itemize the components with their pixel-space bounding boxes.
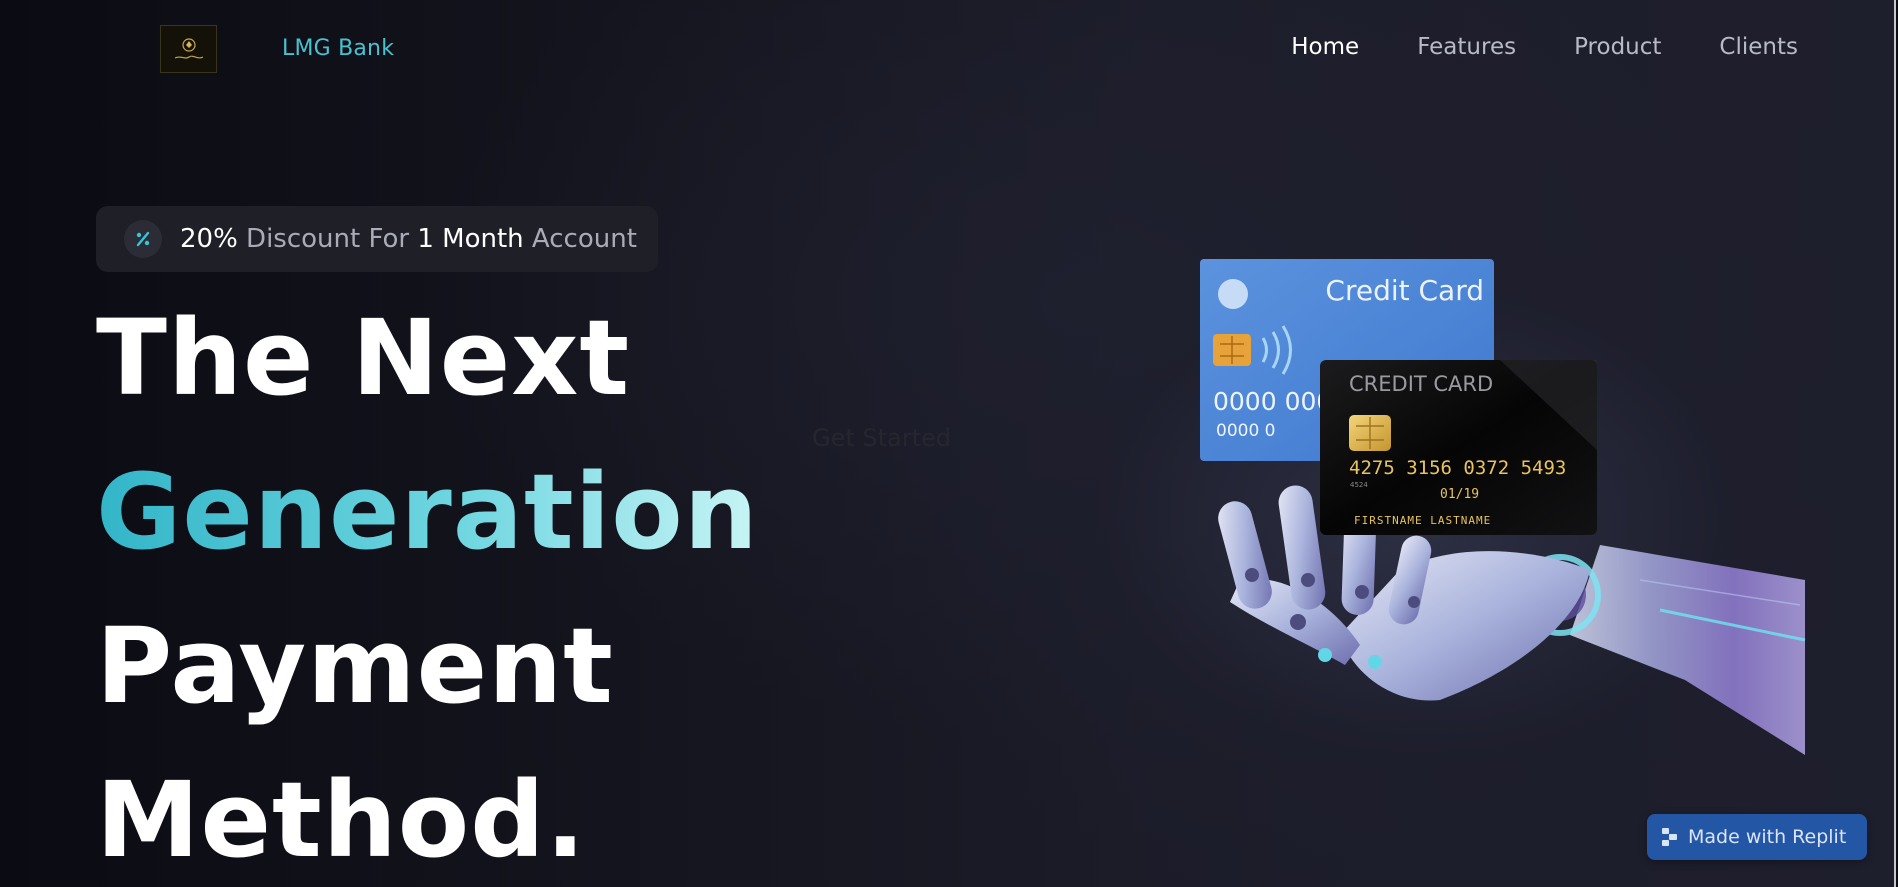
hero-title-line-3: Payment — [96, 605, 614, 727]
brand-logo[interactable] — [160, 25, 217, 73]
hero-title-line-4: Method. — [96, 759, 587, 881]
window-edge — [1894, 0, 1896, 887]
replit-icon — [1662, 828, 1677, 846]
nav-clients[interactable]: Clients — [1719, 34, 1798, 60]
hero-title-line-1: The Next — [96, 297, 631, 419]
robot-palm — [1340, 551, 1590, 701]
nav-features[interactable]: Features — [1417, 34, 1516, 60]
black-credit-card: CREDIT CARD 4275 3156 0372 5493 4524 01/… — [1320, 360, 1597, 535]
discount-percent: 20% — [180, 224, 238, 254]
hero-title-line-2: Generation — [96, 451, 759, 573]
percent-icon — [124, 220, 162, 258]
black-card-valid: 01/19 — [1440, 487, 1479, 502]
logo-emblem-icon — [174, 38, 203, 59]
made-with-replit-badge[interactable]: Made with Replit — [1647, 814, 1867, 860]
discount-duration: 1 Month — [417, 224, 524, 254]
discount-text: 20% Discount For 1 Month Account — [180, 224, 637, 254]
main-nav: Home Features Product Clients — [1233, 34, 1798, 60]
brand-name[interactable]: LMG Bank — [282, 36, 394, 61]
black-card-number: 4275 3156 0372 5493 — [1349, 457, 1566, 479]
get-started-link[interactable]: Get Started — [812, 424, 951, 452]
nav-product[interactable]: Product — [1574, 34, 1661, 60]
blue-card-subnumber: 0000 0 — [1216, 421, 1275, 441]
robot-hand-cards-illustration: Credit Card 0000 0000 0000 0 CREDIT CARD… — [1200, 259, 1806, 755]
black-card-title: CREDIT CARD — [1349, 372, 1493, 396]
replit-badge-label: Made with Replit — [1688, 826, 1847, 848]
black-card-holder: FIRSTNAME LASTNAME — [1354, 514, 1491, 527]
discount-suffix: Account — [523, 224, 637, 254]
discount-banner: 20% Discount For 1 Month Account — [96, 206, 658, 272]
black-card-small: 4524 — [1350, 481, 1368, 489]
page: LMG Bank Home Features Product Clients 2… — [0, 0, 1896, 887]
nav-home[interactable]: Home — [1291, 34, 1359, 60]
discount-phrase: Discount For — [237, 224, 418, 254]
blue-card-title: Credit Card — [1325, 274, 1484, 307]
